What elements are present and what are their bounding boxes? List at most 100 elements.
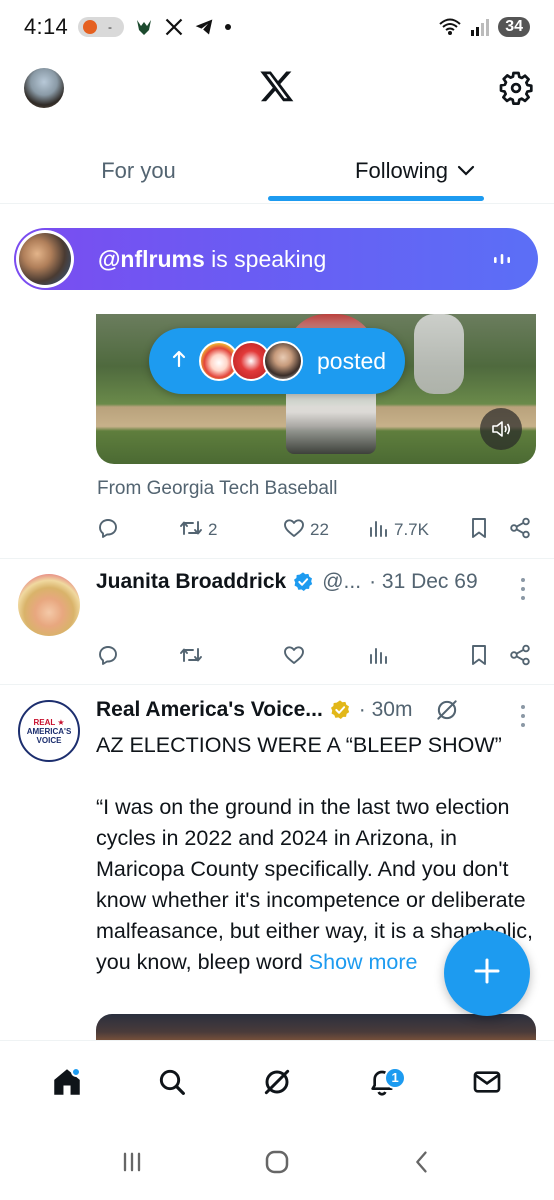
home-button-icon[interactable] bbox=[262, 1147, 292, 1182]
nav-notifications[interactable]: 1 bbox=[352, 1055, 412, 1115]
more-options-icon[interactable] bbox=[515, 703, 531, 729]
avatar bbox=[263, 341, 303, 381]
author-name[interactable]: Real America's Voice... bbox=[96, 698, 323, 722]
profile-avatar[interactable] bbox=[24, 68, 64, 108]
bucks-app-icon bbox=[134, 17, 154, 37]
reply-button[interactable] bbox=[96, 516, 178, 545]
suns-app-icon: - bbox=[78, 15, 125, 39]
share-icon bbox=[508, 643, 532, 672]
share-icon bbox=[508, 516, 532, 545]
back-icon[interactable] bbox=[408, 1148, 436, 1181]
wifi-icon bbox=[438, 17, 462, 37]
telegram-icon bbox=[194, 17, 214, 37]
settings-gear-icon[interactable] bbox=[498, 70, 534, 106]
reply-icon bbox=[96, 643, 120, 672]
plus-icon bbox=[471, 955, 503, 992]
new-posts-pill[interactable]: posted bbox=[149, 328, 405, 394]
tweet-actions bbox=[96, 637, 532, 677]
heart-icon bbox=[282, 643, 306, 672]
notification-dot-icon bbox=[224, 23, 232, 31]
new-content-dot bbox=[70, 1066, 81, 1077]
video-frame-player bbox=[414, 314, 464, 394]
grok-icon bbox=[261, 1066, 293, 1103]
repost-button[interactable]: 2 bbox=[178, 516, 282, 545]
space-live-banner[interactable]: @nflrums is speaking bbox=[14, 228, 538, 290]
audio-live-icon bbox=[492, 246, 512, 273]
repost-button[interactable] bbox=[178, 643, 282, 672]
reply-button[interactable] bbox=[96, 643, 178, 672]
bookmark-button[interactable] bbox=[468, 516, 508, 545]
tab-following[interactable]: Following bbox=[277, 138, 554, 203]
compose-post-button[interactable] bbox=[444, 930, 530, 1016]
tab-for-you[interactable]: For you bbox=[0, 138, 277, 203]
space-speaker-handle: @nflrums bbox=[98, 245, 205, 272]
repost-icon bbox=[178, 643, 204, 672]
tweet-divider bbox=[0, 558, 554, 559]
bookmark-icon bbox=[468, 643, 490, 672]
bottom-nav: 1 bbox=[0, 1040, 554, 1128]
tweet-headline: AZ ELECTIONS WERE A “BLEEP SHOW” bbox=[96, 733, 502, 757]
more-options-icon[interactable] bbox=[515, 576, 531, 602]
status-bar: 4:14 - 34 bbox=[0, 0, 554, 54]
svg-text:-: - bbox=[108, 20, 112, 34]
views-count: 7.7K bbox=[394, 520, 429, 539]
tweet-actions: 2 22 7.7K bbox=[96, 510, 532, 550]
tweet-divider bbox=[0, 684, 554, 685]
battery-indicator: 34 bbox=[498, 17, 530, 37]
heart-icon bbox=[282, 516, 306, 545]
nav-messages[interactable] bbox=[457, 1055, 517, 1115]
avatar[interactable] bbox=[18, 574, 80, 636]
recent-apps-icon[interactable] bbox=[118, 1148, 146, 1181]
tweet-date: · 31 Dec 69 bbox=[369, 570, 478, 593]
nav-home[interactable] bbox=[37, 1055, 97, 1115]
share-button[interactable] bbox=[508, 516, 532, 545]
verified-badge-icon bbox=[292, 571, 314, 593]
tweet-header: Real America's Voice... · 30m bbox=[96, 697, 460, 723]
app-header bbox=[0, 54, 554, 126]
mail-icon bbox=[471, 1066, 503, 1103]
avatar[interactable]: REAL ★ AMERICA'S VOICE bbox=[18, 700, 80, 762]
like-button[interactable]: 22 bbox=[282, 516, 368, 545]
reply-icon bbox=[96, 516, 120, 545]
x-app-icon bbox=[164, 17, 184, 37]
grok-icon[interactable] bbox=[434, 697, 460, 723]
space-speaking-label: is speaking bbox=[204, 245, 327, 272]
bookmark-button[interactable] bbox=[468, 643, 508, 672]
views-bar-chart-icon bbox=[368, 517, 390, 544]
x-logo-icon[interactable] bbox=[259, 68, 295, 104]
space-banner-text: @nflrums is speaking bbox=[98, 246, 326, 273]
views-button[interactable]: 7.7K bbox=[368, 517, 468, 544]
search-icon bbox=[156, 1066, 188, 1103]
system-nav-bar bbox=[0, 1128, 554, 1200]
posted-avatars bbox=[199, 341, 303, 381]
notification-count-badge: 1 bbox=[384, 1066, 407, 1089]
verified-gold-badge-icon bbox=[329, 699, 351, 721]
like-count: 22 bbox=[310, 520, 329, 539]
share-button[interactable] bbox=[508, 643, 532, 672]
active-tab-indicator bbox=[268, 196, 484, 201]
posted-label: posted bbox=[317, 347, 387, 374]
like-button[interactable] bbox=[282, 643, 368, 672]
tweet-header: Juanita Broaddrick @... · 31 Dec 69 bbox=[96, 570, 478, 594]
views-button[interactable] bbox=[368, 644, 468, 671]
avatar-logo-text: REAL ★ bbox=[33, 717, 65, 727]
arrow-up-icon bbox=[171, 348, 187, 375]
space-host-avatar bbox=[16, 230, 74, 288]
nav-grok[interactable] bbox=[247, 1055, 307, 1115]
author-name[interactable]: Juanita Broaddrick bbox=[96, 570, 286, 594]
tweet-time: · 30m bbox=[358, 698, 413, 721]
views-bar-chart-icon bbox=[368, 644, 390, 671]
tab-following-label: Following bbox=[355, 157, 448, 183]
repost-icon bbox=[178, 516, 204, 545]
status-time: 4:14 bbox=[24, 14, 69, 39]
avatar-logo-text: VOICE bbox=[36, 735, 62, 745]
signal-icon bbox=[470, 18, 490, 36]
bookmark-icon bbox=[468, 516, 490, 545]
nav-search[interactable] bbox=[142, 1055, 202, 1115]
author-handle[interactable]: @... bbox=[322, 570, 361, 594]
timeline-tabs: For you Following bbox=[0, 138, 554, 204]
chevron-down-icon[interactable] bbox=[456, 158, 476, 184]
volume-mute-icon[interactable] bbox=[480, 408, 522, 450]
show-more-link[interactable]: Show more bbox=[309, 950, 418, 974]
media-source-label[interactable]: From Georgia Tech Baseball bbox=[97, 478, 337, 500]
